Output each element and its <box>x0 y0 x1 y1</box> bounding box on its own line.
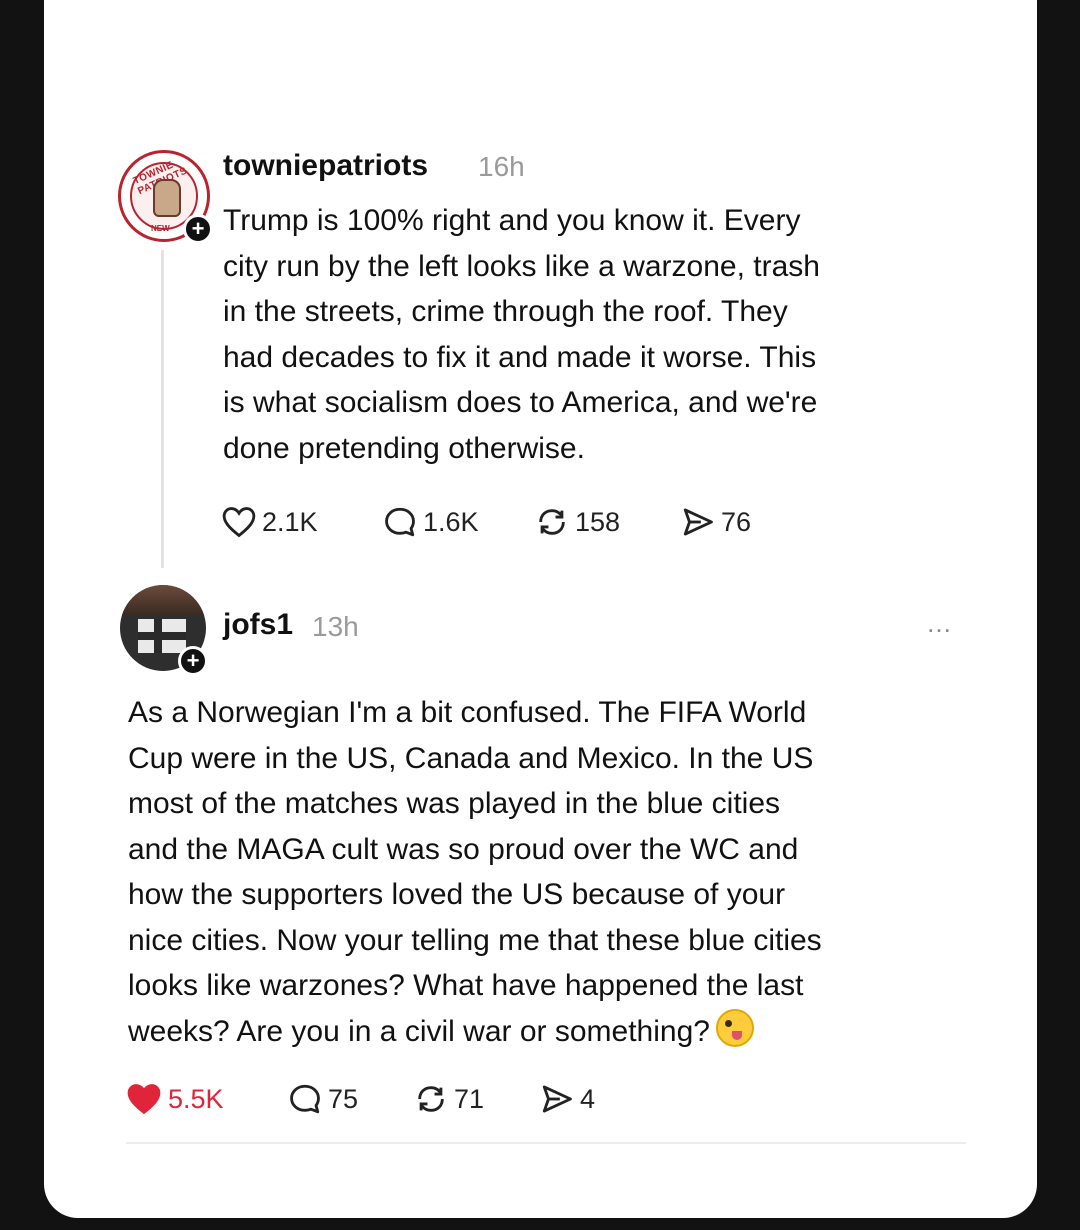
share-button[interactable]: 4 <box>540 1083 595 1115</box>
send-icon <box>542 1085 572 1113</box>
reply-count: 75 <box>328 1083 359 1114</box>
repost-icon <box>418 1086 444 1112</box>
timestamp: 16h <box>478 151 525 182</box>
send-icon <box>683 508 713 536</box>
reply-button[interactable]: 75 <box>288 1083 358 1115</box>
share-count: 4 <box>580 1083 596 1114</box>
follow-plus-icon[interactable]: + <box>178 646 208 676</box>
comment-icon <box>385 507 415 537</box>
share-button[interactable]: 76 <box>681 506 751 538</box>
like-count: 2.1K <box>262 506 318 537</box>
username[interactable]: jofs1 <box>223 608 293 642</box>
more-options-icon[interactable]: … <box>926 608 953 639</box>
avatar-photo <box>120 585 206 615</box>
repost-button[interactable]: 158 <box>535 506 620 538</box>
post-text-body: As a Norwegian I'm a bit confused. The F… <box>128 696 822 1048</box>
zany-face-emoji-icon <box>715 1008 754 1047</box>
username[interactable]: towniepatriots <box>223 149 428 183</box>
heart-icon <box>222 507 256 538</box>
reply-button[interactable]: 1.6K <box>383 506 479 538</box>
reply-count: 1.6K <box>423 506 479 537</box>
post-text: As a Norwegian I'm a bit confused. The F… <box>128 690 978 1054</box>
repost-icon <box>539 509 565 535</box>
avatar-flag-cross <box>154 619 162 653</box>
avatar-mascot <box>153 179 181 217</box>
repost-count: 71 <box>454 1083 485 1114</box>
like-button[interactable]: 2.1K <box>222 506 318 538</box>
heart-filled-icon <box>127 1084 161 1115</box>
divider <box>126 1142 966 1144</box>
avatar-logo-subtext: NEW <box>151 224 170 233</box>
post-text: Trump is 100% right and you know it. Eve… <box>223 204 820 465</box>
repost-count: 158 <box>575 506 621 537</box>
thread-line <box>161 250 164 568</box>
avatar-flag-cross <box>138 632 186 640</box>
comment-icon <box>290 1084 320 1114</box>
repost-button[interactable]: 71 <box>414 1083 484 1115</box>
share-count: 76 <box>721 506 752 537</box>
like-button[interactable]: 5.5K <box>126 1083 224 1115</box>
timestamp: 13h <box>312 611 359 642</box>
follow-plus-icon[interactable]: + <box>183 214 213 244</box>
like-count: 5.5K <box>168 1083 224 1114</box>
